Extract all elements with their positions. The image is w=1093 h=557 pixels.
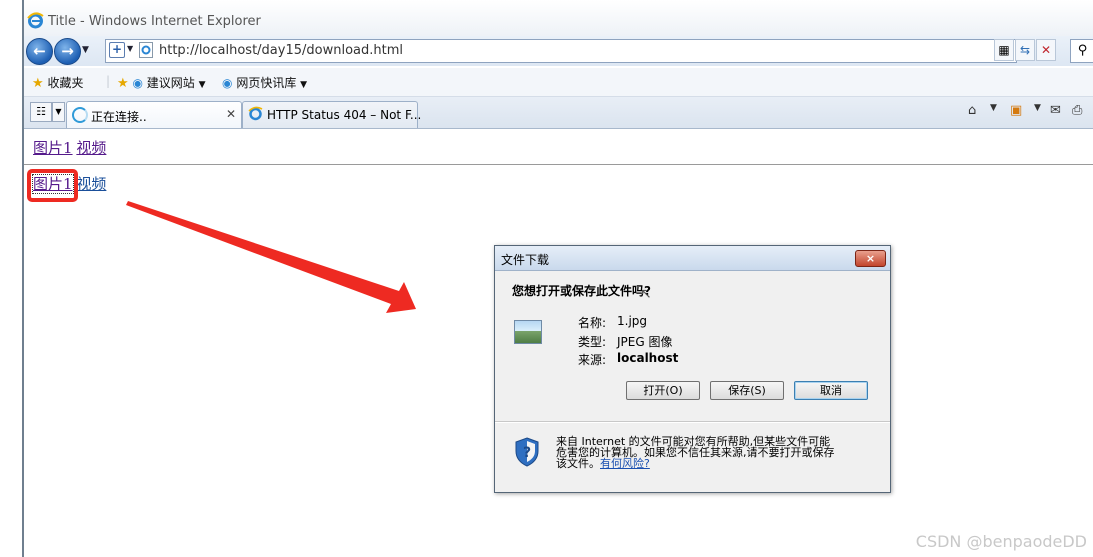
close-icon[interactable]: ×: [855, 250, 886, 267]
home-icon[interactable]: ⌂: [968, 103, 976, 118]
stop-icon[interactable]: ✕: [1036, 39, 1056, 61]
navigation-bar: ← → ▼ + ▼ http://localhost/day15/downloa…: [24, 36, 1093, 66]
rss-feed-icon[interactable]: ▣: [1010, 103, 1022, 118]
dialog-separator-highlight: [495, 422, 890, 423]
close-tab-icon[interactable]: ✕: [226, 107, 236, 121]
chevron-down-icon: ▼: [198, 80, 206, 90]
quick-tabs-icon[interactable]: ☷: [30, 102, 52, 122]
page-content: 图片1 视频 图片1 视频 文件下载 × 您想打开或保存此文件吗? ↖ 名称: …: [24, 129, 1093, 557]
tab-label: 正在连接..: [91, 110, 147, 124]
address-input[interactable]: http://localhost/day15/download.html: [159, 43, 403, 58]
watermark: CSDN @benpaodeDD: [915, 532, 1087, 551]
source-label: 来源:: [578, 353, 607, 367]
tab-connecting[interactable]: 正在连接..: [66, 101, 242, 128]
favorites-star-icon: ★: [32, 76, 44, 91]
warning-line-3-text: 该文件。: [556, 457, 600, 470]
tab-bar: ☷ ▼ 正在连接.. ✕ HTTP Status 404 – Not F... …: [24, 97, 1093, 129]
web-slice-gallery-label: 网页快讯库: [236, 76, 297, 90]
image-file-icon: [514, 320, 542, 344]
window-title: Title - Windows Internet Explorer: [48, 14, 261, 29]
back-arrow-icon[interactable]: ←: [26, 38, 53, 65]
ie-page-icon: [248, 106, 263, 121]
favorites-bar: ★ 收藏夹 | ★ ◉ 建议网站 ▼ ◉ 网页快讯库 ▼: [24, 68, 1093, 97]
print-icon[interactable]: ⎙: [1072, 103, 1082, 118]
compatibility-icon[interactable]: +: [109, 42, 125, 58]
title-bar: Title - Windows Internet Explorer: [24, 0, 1093, 36]
forward-arrow-icon[interactable]: →: [54, 38, 81, 65]
tab-list-dropdown-icon[interactable]: ▼: [52, 102, 65, 122]
cancel-button[interactable]: 取消: [794, 381, 868, 400]
suggested-sites-item[interactable]: ★ ◉ 建议网站 ▼: [117, 74, 206, 91]
dialog-title: 文件下载: [501, 253, 550, 267]
open-button[interactable]: 打开(O): [626, 381, 700, 400]
ie-page-icon: ◉: [222, 76, 233, 90]
compat-view-icon[interactable]: ▦: [994, 39, 1014, 61]
refresh-icon[interactable]: ⇆: [1015, 39, 1035, 61]
warning-line-3: 该文件。有何风险?: [556, 458, 876, 469]
magnifier-icon[interactable]: ⚲: [1070, 39, 1093, 63]
history-dropdown-icon[interactable]: ▼: [82, 45, 89, 55]
favorites-separator: |: [106, 74, 111, 88]
favorites-button[interactable]: ★ 收藏夹: [32, 74, 84, 91]
ie-page-icon: ◉: [132, 76, 143, 90]
mouse-cursor-icon: ↖: [640, 286, 652, 302]
loading-spinner-icon: [72, 107, 88, 123]
page-favicon-icon: [139, 42, 153, 58]
type-value: JPEG 图像: [617, 335, 673, 349]
file-download-dialog: 文件下载 × 您想打开或保存此文件吗? ↖ 名称: 1.jpg 类型: JPEG…: [494, 245, 891, 493]
ie-window: Title - Windows Internet Explorer ← → ▼ …: [24, 0, 1093, 557]
source-value: localhost: [617, 351, 679, 365]
web-slice-gallery-item[interactable]: ◉ 网页快讯库 ▼: [222, 74, 307, 91]
ie-logo-icon: [27, 12, 44, 29]
save-button[interactable]: 保存(S): [710, 381, 784, 400]
suggested-sites-label: 建议网站: [146, 76, 195, 90]
name-label: 名称:: [578, 316, 607, 330]
dialog-title-bar: 文件下载 ×: [495, 246, 890, 271]
chevron-down-icon: ▼: [300, 80, 308, 90]
address-bar[interactable]: + ▼ http://localhost/day15/download.html…: [105, 39, 1017, 63]
favorites-label: 收藏夹: [47, 76, 84, 90]
type-label: 类型:: [578, 335, 607, 349]
risk-link[interactable]: 有何风险?: [600, 457, 650, 470]
security-shield-icon: ?: [515, 437, 539, 467]
compatibility-dropdown-icon[interactable]: ▼: [127, 44, 133, 53]
dialog-question: 您想打开或保存此文件吗?: [512, 284, 651, 298]
security-warning: 来自 Internet 的文件可能对您有所帮助,但某些文件可能 危害您的计算机。…: [556, 436, 876, 469]
read-mail-icon[interactable]: ✉: [1050, 103, 1061, 118]
tab-http-404[interactable]: HTTP Status 404 – Not F...: [242, 101, 422, 128]
add-favorite-icon: ★: [117, 76, 129, 91]
tab-label: HTTP Status 404 – Not F...: [267, 108, 422, 122]
svg-text:?: ?: [523, 445, 531, 461]
name-value: 1.jpg: [617, 314, 648, 328]
chevron-down-icon[interactable]: ▼: [990, 103, 997, 113]
chevron-down-icon[interactable]: ▼: [1034, 103, 1041, 113]
